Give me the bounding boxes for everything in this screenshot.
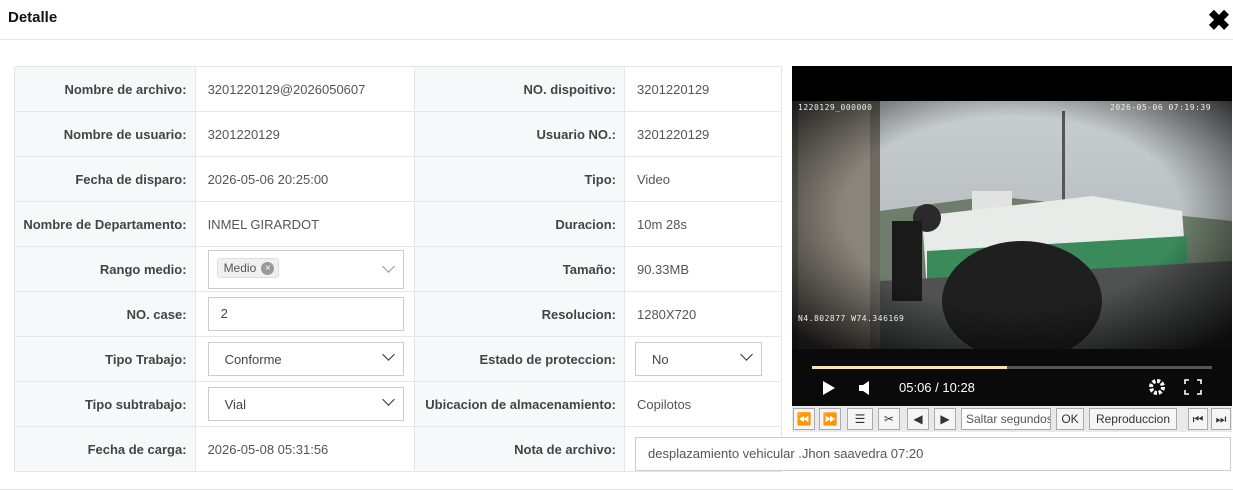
storage-label: Ubicacion de almacenamiento: (413, 381, 625, 427)
file-note-input[interactable]: desplazamiento vehicular .Jhon saavedra … (635, 437, 1231, 471)
playback-toolbar: ⏪ ⏩ ☰ ✂ ◀ ▶ Saltar segundos OK Reproducc… (792, 406, 1232, 432)
time-display: 05:06 / 10:28 (899, 380, 975, 395)
dialog-title: Detalle (8, 9, 58, 26)
department-label: Nombre de Departamento: (14, 201, 196, 247)
ok-button[interactable]: OK (1056, 408, 1084, 430)
resolution-label: Resolucion: (413, 291, 625, 337)
video-player[interactable]: 1220129_000000 2026-05-06 07:19:39 N4.80… (792, 66, 1232, 406)
rewind-icon[interactable]: ⏪ (793, 408, 815, 430)
case-no-input[interactable]: 2 (207, 297, 404, 331)
device-no-label: NO. dispoitivo: (413, 66, 625, 112)
media-range-select[interactable]: Medio × (207, 249, 404, 289)
fast-forward-icon[interactable]: ⏩ (819, 408, 841, 430)
department-value: INMEL GIRARDOT (194, 201, 415, 247)
chevron-down-icon (381, 348, 395, 361)
osd-device-id: 1220129_000000 (798, 103, 873, 112)
progress-fill (812, 366, 1008, 369)
work-subtype-label: Tipo subtrabajo: (14, 381, 196, 427)
upload-date-value: 2026-05-08 05:31:56 (194, 426, 415, 472)
play-icon[interactable] (822, 380, 836, 396)
close-icon[interactable]: ✖ (1206, 7, 1232, 35)
dialog-header: Detalle ✖ (0, 0, 1233, 40)
footer-divider (0, 489, 1233, 490)
type-label: Tipo: (413, 156, 625, 202)
size-value: 90.33MB (623, 246, 783, 292)
playback-button[interactable]: Reproduccion (1089, 408, 1177, 430)
scissors-icon[interactable]: ✂ (878, 408, 900, 430)
duration-value: 10m 28s (623, 201, 783, 247)
work-type-label: Tipo Trabajo: (14, 336, 196, 382)
user-no-value: 3201220129 (623, 111, 783, 157)
shot-date-value: 2026-05-06 20:25:00 (194, 156, 415, 202)
case-no-label: NO. case: (14, 291, 196, 337)
shot-date-label: Fecha de disparo: (14, 156, 196, 202)
frame-back-icon[interactable]: ◀ (907, 408, 929, 430)
volume-icon[interactable] (858, 380, 872, 396)
size-label: Tamaño: (413, 246, 625, 292)
type-value: Video (623, 156, 783, 202)
file-name-value: 3201220129@2026050607 (194, 66, 415, 112)
tag-remove-icon[interactable]: × (261, 261, 275, 275)
frame-forward-icon[interactable]: ▶ (934, 408, 956, 430)
skip-start-icon[interactable]: ⏮ (1188, 408, 1208, 430)
jump-seconds-input[interactable]: Saltar segundos (961, 408, 1051, 430)
video-frame (792, 101, 1232, 349)
progress-bar[interactable] (812, 366, 1212, 369)
device-no-value: 3201220129 (623, 66, 783, 112)
upload-date-label: Fecha de carga: (14, 426, 196, 472)
work-type-select[interactable]: Conforme (207, 342, 404, 376)
file-name-label: Nombre de archivo: (14, 66, 196, 112)
gear-icon[interactable] (1148, 378, 1166, 396)
chevron-down-icon (381, 393, 395, 406)
chevron-down-icon (381, 259, 395, 273)
user-name-value: 3201220129 (194, 111, 415, 157)
media-range-label: Rango medio: (14, 246, 196, 292)
fullscreen-icon[interactable] (1184, 379, 1202, 395)
list-icon[interactable]: ☰ (847, 408, 873, 430)
user-name-label: Nombre de usuario: (14, 111, 196, 157)
protection-label: Estado de proteccion: (413, 336, 625, 382)
protection-select[interactable]: No (634, 342, 762, 376)
detail-table: Nombre de archivo: 3201220129@2026050607… (14, 66, 783, 472)
osd-gps: N4.802877 W74.346169 (798, 314, 905, 323)
user-no-label: Usuario NO.: (413, 111, 625, 157)
video-controls: 05:06 / 10:28 (792, 349, 1232, 406)
resolution-value: 1280X720 (623, 291, 783, 337)
media-range-tag: Medio × (216, 257, 280, 278)
duration-label: Duracion: (413, 201, 625, 247)
osd-datetime: 2026-05-06 07:19:39 (1110, 103, 1212, 112)
chevron-down-icon (740, 348, 753, 361)
storage-value: Copilotos (623, 381, 783, 427)
skip-end-icon[interactable]: ⏭ (1211, 408, 1231, 430)
work-subtype-select[interactable]: Vial (207, 387, 404, 421)
file-note-label: Nota de archivo: (413, 426, 625, 472)
